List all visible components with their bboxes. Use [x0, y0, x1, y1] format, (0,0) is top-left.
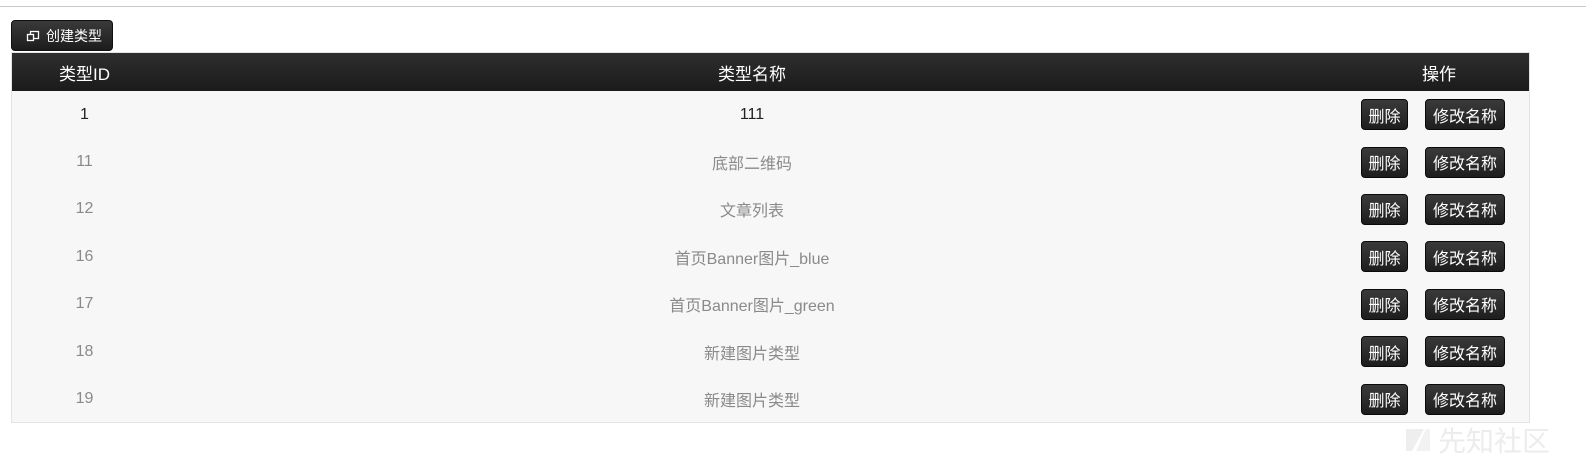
cell-operations: 删除 修改名称 — [1347, 241, 1529, 273]
watermark: 先知社区 — [1404, 420, 1550, 460]
delete-button[interactable]: 删除 — [1361, 336, 1408, 368]
type-table: 类型ID 类型名称 操作 1 111 删除 修改名称 11 底部二维码 删除 修改名称 12 文章… — [11, 52, 1530, 423]
table-row: 11 底部二维码 删除 修改名称 — [12, 138, 1529, 185]
rename-button[interactable]: 修改名称 — [1425, 146, 1505, 178]
delete-button[interactable]: 删除 — [1361, 193, 1408, 225]
header-operations: 操作 — [1422, 64, 1456, 84]
delete-button[interactable]: 删除 — [1361, 241, 1408, 273]
cell-operations: 删除 修改名称 — [1347, 288, 1529, 320]
delete-button[interactable]: 删除 — [1361, 383, 1408, 415]
table-row: 19 新建图片类型 删除 修改名称 — [12, 375, 1529, 422]
rename-button[interactable]: 修改名称 — [1425, 241, 1505, 273]
cell-type-name: 新建图片类型 — [703, 345, 800, 363]
rename-button[interactable]: 修改名称 — [1425, 383, 1505, 415]
cell-operations: 删除 修改名称 — [1347, 336, 1529, 368]
header-type-name: 类型名称 — [718, 64, 786, 84]
header-type-id: 类型ID — [59, 64, 110, 84]
new-window-icon — [26, 30, 40, 42]
cell-type-name: 首页Banner图片_green — [669, 298, 835, 316]
cell-type-name: 首页Banner图片_blue — [674, 250, 830, 268]
table-header: 类型ID 类型名称 操作 — [12, 53, 1529, 91]
table-row: 16 首页Banner图片_blue 删除 修改名称 — [12, 233, 1529, 280]
table-row: 18 新建图片类型 删除 修改名称 — [12, 328, 1529, 375]
cell-type-id: 16 — [75, 247, 94, 265]
top-divider — [0, 6, 1586, 7]
create-type-label: 创建类型 — [46, 27, 102, 44]
cell-type-name: 底部二维码 — [711, 156, 792, 174]
create-type-button[interactable]: 创建类型 — [11, 20, 113, 51]
delete-button[interactable]: 删除 — [1361, 146, 1408, 178]
table-row: 12 文章列表 删除 修改名称 — [12, 186, 1529, 233]
cell-type-id: 11 — [76, 153, 93, 171]
cell-type-id: 1 — [80, 105, 89, 123]
table-row: 1 111 删除 修改名称 — [12, 91, 1529, 138]
table-row: 17 首页Banner图片_green 删除 修改名称 — [12, 281, 1529, 328]
xianzhi-logo-icon — [1405, 429, 1430, 451]
cell-operations: 删除 修改名称 — [1347, 193, 1529, 225]
cell-type-name: 111 — [739, 105, 765, 123]
cell-type-name: 文章列表 — [719, 203, 784, 221]
delete-button[interactable]: 删除 — [1361, 99, 1408, 131]
rename-button[interactable]: 修改名称 — [1425, 336, 1505, 368]
rename-button[interactable]: 修改名称 — [1425, 288, 1505, 320]
cell-type-id: 18 — [75, 342, 94, 360]
cell-type-id: 17 — [75, 295, 94, 313]
rename-button[interactable]: 修改名称 — [1425, 99, 1505, 131]
cell-operations: 删除 修改名称 — [1347, 99, 1529, 131]
watermark-text: 先知社区 — [1437, 425, 1550, 458]
cell-type-name: 新建图片类型 — [703, 393, 800, 411]
cell-operations: 删除 修改名称 — [1347, 146, 1529, 178]
table-body: 1 111 删除 修改名称 11 底部二维码 删除 修改名称 12 文章列表 删除 修改名称 16 首页B… — [12, 91, 1529, 423]
rename-button[interactable]: 修改名称 — [1425, 193, 1505, 225]
cell-operations: 删除 修改名称 — [1347, 383, 1529, 415]
cell-type-id: 12 — [75, 200, 94, 218]
cell-type-id: 19 — [75, 390, 94, 408]
delete-button[interactable]: 删除 — [1361, 288, 1408, 320]
